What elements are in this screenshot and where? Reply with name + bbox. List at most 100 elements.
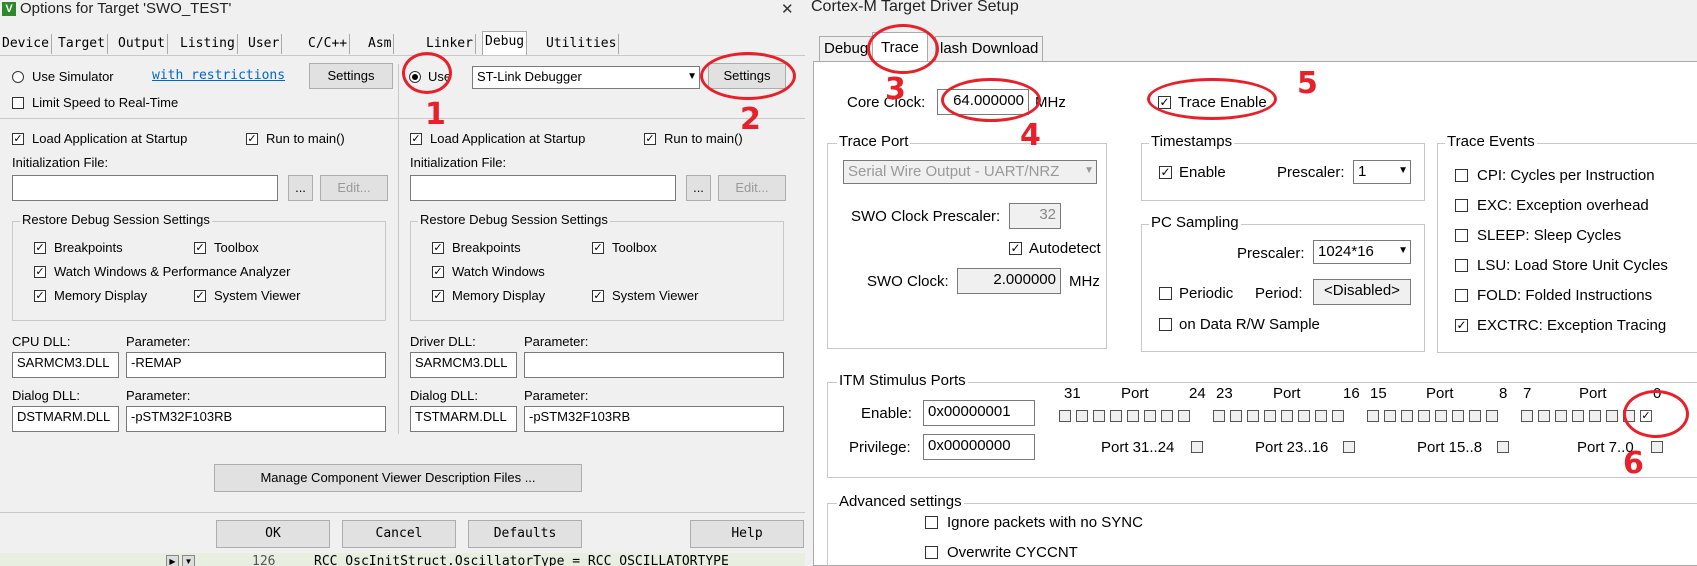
hw-dialog-dll-input[interactable]: TSTMARM.DLL <box>410 406 517 432</box>
simulator-settings-button[interactable]: Settings <box>309 63 393 89</box>
help-button[interactable]: Help <box>690 520 804 548</box>
hw-dialog-param-input[interactable]: -pSTM32F103RB <box>524 406 784 432</box>
tab-listing[interactable]: Listing <box>178 34 238 54</box>
tab-output[interactable]: Output <box>116 34 168 54</box>
limit-speed-checkbox[interactable] <box>12 97 24 109</box>
with-restrictions-link[interactable]: with restrictions <box>152 68 285 83</box>
itm-port-5-checkbox[interactable] <box>1555 410 1567 422</box>
itm-port-27-checkbox[interactable] <box>1127 410 1139 422</box>
itm-port-7-checkbox[interactable] <box>1521 410 1533 422</box>
hw-sysviewer-checkbox[interactable]: ✓ <box>592 290 604 302</box>
sim-memory-checkbox[interactable]: ✓ <box>34 290 46 302</box>
sim-watch-checkbox[interactable]: ✓ <box>34 266 46 278</box>
sim-toolbox-checkbox[interactable]: ✓ <box>194 242 206 254</box>
ok-button[interactable]: OK <box>216 520 330 548</box>
hw-edit-button[interactable]: Edit... <box>718 175 786 201</box>
itm-port-4-checkbox[interactable] <box>1572 410 1584 422</box>
trace-port-select[interactable]: Serial Wire Output - UART/NRZ ▼ <box>843 160 1097 184</box>
scroll-down-icon[interactable]: ▼ <box>182 555 195 566</box>
timestamps-prescaler-select[interactable]: 1 ▼ <box>1353 160 1411 184</box>
sim-load-app-checkbox[interactable]: ✓ <box>12 133 24 145</box>
itm-port-22-checkbox[interactable] <box>1230 410 1242 422</box>
tab-flash-download[interactable]: lash Download <box>935 36 1044 61</box>
driver-param-input[interactable] <box>524 352 784 378</box>
sim-dialog-dll-input[interactable]: DSTMARM.DLL <box>12 406 119 432</box>
itm-port-3-checkbox[interactable] <box>1589 410 1601 422</box>
cpi-checkbox[interactable] <box>1455 169 1468 182</box>
tab-target[interactable]: Target <box>56 34 108 54</box>
port-31-24-privilege-checkbox[interactable] <box>1191 441 1203 453</box>
sim-init-file-input[interactable] <box>12 175 278 201</box>
timestamps-enable-checkbox[interactable]: ✓ <box>1159 166 1172 179</box>
itm-port-2-checkbox[interactable] <box>1606 410 1618 422</box>
tab-utilities[interactable]: Utilities <box>544 34 620 54</box>
itm-port-8-checkbox[interactable] <box>1486 410 1498 422</box>
itm-port-21-checkbox[interactable] <box>1247 410 1259 422</box>
cpu-dll-input[interactable]: SARMCM3.DLL <box>12 352 119 378</box>
close-icon[interactable]: ✕ <box>781 0 794 18</box>
itm-port-15-checkbox[interactable] <box>1367 410 1379 422</box>
sim-sysviewer-checkbox[interactable]: ✓ <box>194 290 206 302</box>
itm-port-26-checkbox[interactable] <box>1144 410 1156 422</box>
itm-port-11-checkbox[interactable] <box>1435 410 1447 422</box>
tab-linker[interactable]: Linker <box>424 34 476 54</box>
driver-dll-input[interactable]: SARMCM3.DLL <box>410 352 517 378</box>
swo-prescaler-input[interactable]: 32 <box>1009 203 1061 229</box>
itm-port-18-checkbox[interactable] <box>1298 410 1310 422</box>
sim-breakpoints-checkbox[interactable]: ✓ <box>34 242 46 254</box>
itm-port-30-checkbox[interactable] <box>1076 410 1088 422</box>
itm-port-29-checkbox[interactable] <box>1093 410 1105 422</box>
hw-memory-checkbox[interactable]: ✓ <box>432 290 444 302</box>
tab-cc[interactable]: C/C++ <box>306 34 351 54</box>
itm-port-6-checkbox[interactable] <box>1538 410 1550 422</box>
tab-debug[interactable]: Debug <box>482 31 528 56</box>
itm-port-17-checkbox[interactable] <box>1315 410 1327 422</box>
tab-debug-cortex[interactable]: Debug <box>819 36 874 61</box>
itm-port-31-checkbox[interactable] <box>1059 410 1071 422</box>
sim-run-main-checkbox[interactable]: ✓ <box>246 133 258 145</box>
autodetect-checkbox[interactable]: ✓ <box>1009 242 1022 255</box>
sim-browse-button[interactable]: ... <box>288 175 313 201</box>
use-simulator-radio[interactable] <box>12 71 24 83</box>
exc-checkbox[interactable] <box>1455 199 1468 212</box>
hw-browse-button[interactable]: ... <box>686 175 711 201</box>
itm-port-20-checkbox[interactable] <box>1264 410 1276 422</box>
cancel-button[interactable]: Cancel <box>342 520 456 548</box>
itm-port-23-checkbox[interactable] <box>1213 410 1225 422</box>
port-15-8-privilege-checkbox[interactable] <box>1497 441 1509 453</box>
hw-toolbox-checkbox[interactable]: ✓ <box>592 242 604 254</box>
itm-port-19-checkbox[interactable] <box>1281 410 1293 422</box>
itm-port-10-checkbox[interactable] <box>1452 410 1464 422</box>
tab-device[interactable]: Device <box>0 34 52 54</box>
fold-checkbox[interactable] <box>1455 289 1468 302</box>
hw-breakpoints-checkbox[interactable]: ✓ <box>432 242 444 254</box>
port-7-0-privilege-checkbox[interactable] <box>1651 441 1663 453</box>
hw-init-file-input[interactable] <box>410 175 676 201</box>
tab-user[interactable]: User <box>246 34 283 54</box>
itm-port-14-checkbox[interactable] <box>1384 410 1396 422</box>
itm-port-25-checkbox[interactable] <box>1161 410 1173 422</box>
period-input[interactable]: <Disabled> <box>1313 279 1411 305</box>
itm-port-9-checkbox[interactable] <box>1469 410 1481 422</box>
cpu-param-input[interactable]: -REMAP <box>126 352 386 378</box>
port-23-16-privilege-checkbox[interactable] <box>1343 441 1355 453</box>
itm-port-16-checkbox[interactable] <box>1332 410 1344 422</box>
debugger-select[interactable]: ST-Link Debugger ▼ <box>472 66 700 89</box>
lsu-checkbox[interactable] <box>1455 259 1468 272</box>
hw-watch-checkbox[interactable]: ✓ <box>432 266 444 278</box>
scroll-right-icon[interactable]: ▶ <box>166 555 179 566</box>
itm-port-12-checkbox[interactable] <box>1418 410 1430 422</box>
sim-dialog-param-input[interactable]: -pSTM32F103RB <box>126 406 386 432</box>
manage-component-viewer-button[interactable]: Manage Component Viewer Description File… <box>214 464 582 492</box>
itm-port-24-checkbox[interactable] <box>1178 410 1190 422</box>
itm-enable-input[interactable]: 0x00000001 <box>923 400 1035 426</box>
swo-clock-input[interactable]: 2.000000 <box>957 268 1061 294</box>
tab-asm[interactable]: Asm <box>366 34 395 54</box>
exctrc-checkbox[interactable]: ✓ <box>1455 319 1468 332</box>
itm-port-13-checkbox[interactable] <box>1401 410 1413 422</box>
itm-privilege-input[interactable]: 0x00000000 <box>923 434 1035 460</box>
hw-load-app-checkbox[interactable]: ✓ <box>410 133 422 145</box>
overwrite-cyccnt-checkbox[interactable] <box>925 546 938 559</box>
defaults-button[interactable]: Defaults <box>468 520 582 548</box>
pc-prescaler-select[interactable]: 1024*16 ▼ <box>1313 240 1411 264</box>
